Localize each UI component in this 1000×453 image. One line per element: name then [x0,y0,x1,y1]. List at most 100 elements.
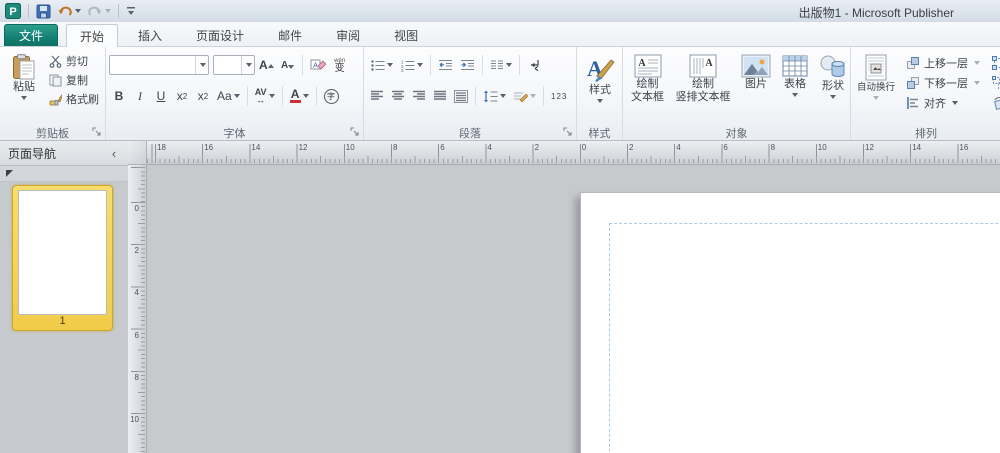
v-ruler-label: 4 [135,288,139,297]
h-ruler-label: 6 [723,143,727,152]
draw-textbox-button[interactable]: A 绘制 文本框 [626,50,669,122]
publisher-app-icon[interactable]: P [3,2,23,20]
shapes-button[interactable]: 形状 [815,50,851,122]
font-name-input[interactable] [110,57,195,73]
align-objects-label: 对齐 [924,95,946,111]
character-spacing-button[interactable]: AV↔ [252,85,278,107]
draw-textbox-label-line1: 绘制 [637,78,659,91]
paste-caret-icon[interactable] [21,96,27,100]
svg-text:A: A [638,58,646,69]
font-dialog-launcher-icon[interactable] [350,127,361,138]
change-case-button[interactable]: Aa [214,85,243,107]
tab-插入[interactable]: 插入 [124,24,176,46]
distribute-button[interactable] [451,85,471,107]
undo-button[interactable] [55,2,83,20]
shrink-font-button[interactable]: A [278,54,298,76]
align-right-button[interactable] [409,85,429,107]
publication-page[interactable] [580,192,1000,453]
page-thumbnail-1[interactable]: 1 [12,185,113,331]
h-ruler-label: 14 [912,143,921,152]
superscript-button[interactable]: x2 [193,85,213,107]
numbering-123-icon: 123 [551,92,567,101]
wrap-text-button[interactable]: 自动换行 [854,50,898,122]
picture-button[interactable]: 图片 [737,50,775,122]
redo-caret-icon[interactable] [105,9,111,13]
tab-file[interactable]: 文件 [4,24,58,46]
v-ruler-label: 0 [135,204,139,213]
draw-vertical-textbox-label-line1: 绘制 [692,78,714,91]
justify-button[interactable] [430,85,450,107]
font-name-combo[interactable] [109,55,209,75]
align-left-icon [370,90,384,102]
bring-forward-button[interactable]: 上移一层 [902,54,984,72]
save-icon[interactable] [34,2,53,20]
columns-button[interactable] [487,54,515,76]
bring-forward-icon [906,56,920,70]
paragraph-dialog-launcher-icon[interactable] [563,127,574,138]
clear-formatting-button[interactable]: A [307,54,329,76]
font-name-dropdown[interactable] [195,56,207,74]
ungroup-objects-button[interactable]: 取消组合 [988,74,1000,92]
redo-button-disabled[interactable] [85,2,113,20]
increase-indent-button[interactable] [457,54,478,76]
tab-页面设计[interactable]: 页面设计 [182,24,258,46]
align-left-button[interactable] [367,85,387,107]
align-center-button[interactable] [388,85,408,107]
bold-button[interactable]: B [109,85,129,107]
numbering-button[interactable]: 123 [397,54,426,76]
paragraph-format-button[interactable] [510,85,539,107]
font-color-button[interactable]: A [287,85,312,107]
horizontal-ruler-minor-ticks [147,159,1000,163]
horizontal-ruler[interactable]: 181614121086420246810121416 [147,141,1000,165]
cut-button[interactable]: 剪切 [45,52,103,70]
vertical-ruler[interactable]: 0246810 [128,165,147,453]
table-caret-icon [792,93,798,97]
send-backward-button[interactable]: 下移一层 [902,74,984,92]
h-ruler-label: 8 [393,143,397,152]
numbering-123-button[interactable]: 123 [548,85,570,107]
align-objects-button[interactable]: 对齐 [902,94,984,112]
decrease-indent-button[interactable] [435,54,456,76]
draw-vertical-textbox-button[interactable]: A 绘制 竖排文本框 [671,50,735,122]
h-ruler-label: 2 [629,143,633,152]
format-painter-button[interactable]: 格式刷 [45,90,103,108]
bullets-caret-icon [387,63,393,67]
customize-qat-button[interactable] [124,2,138,20]
styles-button[interactable]: A 样式 [580,50,620,122]
rotate-objects-button[interactable]: 旋转 [988,94,1000,112]
h-ruler-label: 4 [487,143,491,152]
underline-button[interactable]: U [151,85,171,107]
undo-caret-icon[interactable] [75,9,81,13]
grow-font-button[interactable]: A [256,54,277,76]
table-button[interactable]: 表格 [777,50,813,122]
group-objects-button[interactable]: 组合 [988,54,1000,72]
paste-button[interactable]: 粘贴 [3,50,45,122]
font-size-input[interactable] [214,57,241,73]
publication-canvas[interactable] [147,165,1000,453]
send-backward-caret-icon [974,81,980,85]
enclosed-characters-button[interactable]: 字 [321,85,342,107]
arrange-middle-column: 上移一层 下移一层 对齐 [902,50,984,124]
italic-button[interactable]: I [130,85,150,107]
styles-icon: A [585,54,615,84]
subscript-button[interactable]: x2 [172,85,192,107]
copy-button[interactable]: 复制 [45,71,103,89]
bullets-button[interactable] [367,54,396,76]
tab-审阅[interactable]: 审阅 [322,24,374,46]
font-size-dropdown[interactable] [241,56,253,74]
qat-separator [28,4,29,18]
shapes-icon [819,54,847,80]
h-ruler-label: 10 [346,143,355,152]
tab-视图[interactable]: 视图 [380,24,432,46]
clipboard-dialog-launcher-icon[interactable] [92,127,103,138]
tab-开始[interactable]: 开始 [66,24,118,47]
collapse-panel-button[interactable]: ‹ [106,145,122,161]
phonetic-guide-button[interactable]: wén 变 [330,54,350,76]
line-spacing-button[interactable] [480,85,509,107]
character-spacing-icon: AV↔ [255,88,267,104]
font-size-combo[interactable] [213,55,255,75]
special-characters-button[interactable] [524,54,544,76]
thumbnails-collapse-arrow-icon[interactable] [6,170,13,177]
tab-邮件[interactable]: 邮件 [264,24,316,46]
v-ruler-label: 2 [135,246,139,255]
